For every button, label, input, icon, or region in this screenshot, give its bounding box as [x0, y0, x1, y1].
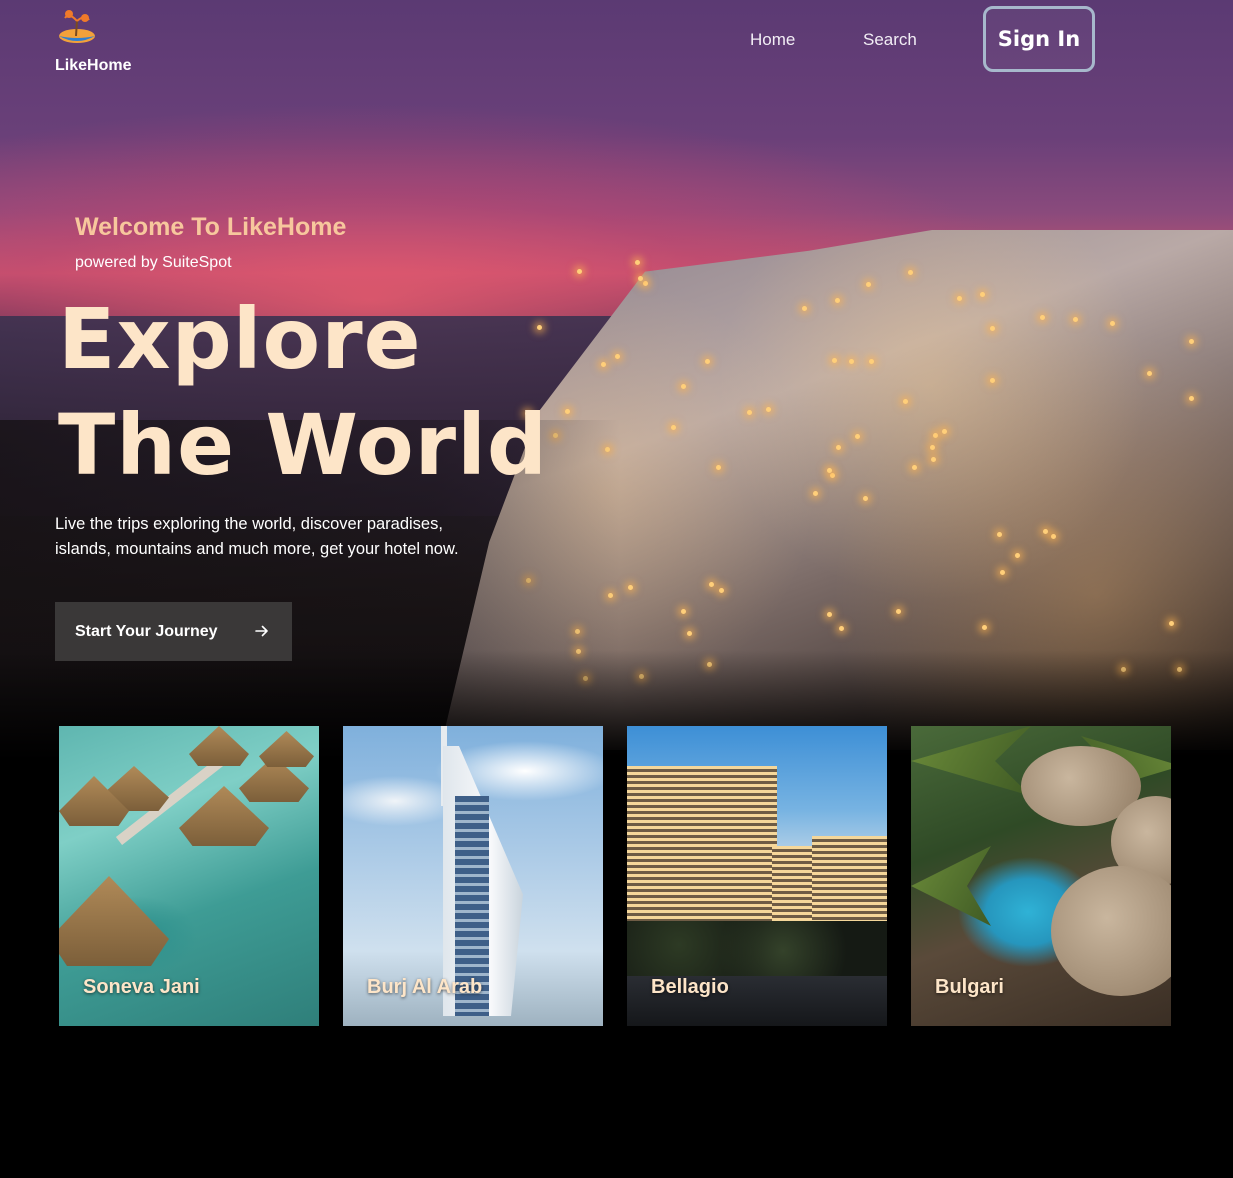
- sign-in-button[interactable]: Sign In: [983, 6, 1095, 72]
- town-light: [709, 581, 715, 587]
- town-light: [980, 292, 986, 298]
- description-line-2: islands, mountains and much more, get yo…: [55, 540, 459, 558]
- brand-name: LikeHome: [55, 57, 132, 74]
- hero-description: Live the trips exploring the world, disc…: [55, 512, 525, 562]
- headline-line-2: The World: [58, 396, 549, 494]
- brand-logo[interactable]: LikeHome: [55, 6, 145, 74]
- town-light: [1188, 396, 1194, 402]
- nav-home-link[interactable]: Home: [750, 30, 795, 50]
- town-light: [687, 631, 693, 637]
- town-light: [627, 584, 633, 590]
- hotel-card-burj-al-arab[interactable]: Burj Al Arab: [343, 726, 603, 1026]
- town-light: [863, 495, 869, 501]
- town-light: [990, 377, 996, 383]
- town-light: [932, 432, 938, 438]
- town-light: [990, 326, 996, 332]
- town-light: [849, 359, 855, 365]
- town-light: [1168, 621, 1174, 627]
- town-light: [1014, 553, 1020, 559]
- town-light: [831, 357, 837, 363]
- headline-line-1: Explore: [58, 290, 422, 388]
- cta-label: Start Your Journey: [75, 622, 218, 640]
- town-light: [638, 275, 644, 281]
- hotel-name: Bellagio: [651, 976, 729, 998]
- town-light: [1110, 321, 1116, 327]
- town-light: [715, 465, 721, 471]
- town-light: [930, 445, 936, 451]
- town-light: [1147, 371, 1153, 377]
- town-light: [670, 425, 676, 431]
- island-palm-icon: [59, 10, 95, 43]
- town-light: [868, 358, 874, 364]
- town-light: [1188, 339, 1194, 345]
- town-light: [577, 268, 583, 274]
- town-light: [746, 410, 752, 416]
- town-light: [854, 434, 860, 440]
- town-light: [813, 491, 819, 497]
- description-line-1: Live the trips exploring the world, disc…: [55, 515, 443, 533]
- town-light: [908, 270, 914, 276]
- nav-search-link[interactable]: Search: [863, 30, 917, 50]
- town-light: [1040, 315, 1046, 321]
- town-light: [865, 281, 871, 287]
- town-light: [956, 296, 962, 302]
- town-light: [996, 531, 1002, 537]
- town-light: [830, 472, 836, 478]
- town-light: [895, 608, 901, 614]
- town-light: [827, 612, 833, 618]
- start-journey-button[interactable]: Start Your Journey: [55, 602, 292, 661]
- town-light: [1043, 528, 1049, 534]
- town-light: [564, 409, 570, 415]
- arrow-right-icon: [255, 625, 268, 637]
- town-light: [826, 468, 832, 474]
- town-light: [1000, 569, 1006, 575]
- hotel-card-bellagio[interactable]: Bellagio: [627, 726, 887, 1026]
- hero-headline: Explore The World: [58, 286, 548, 498]
- hotel-card-soneva-jani[interactable]: Soneva Jani: [59, 726, 319, 1026]
- town-light: [600, 362, 606, 368]
- town-light: [1073, 317, 1079, 323]
- town-light: [912, 464, 918, 470]
- town-light: [982, 625, 988, 631]
- town-light: [635, 260, 641, 266]
- town-light: [681, 384, 687, 390]
- town-light: [719, 588, 725, 594]
- town-light: [942, 428, 948, 434]
- town-light: [1051, 534, 1057, 540]
- town-light: [766, 407, 772, 413]
- town-light: [704, 359, 710, 365]
- town-light: [835, 297, 841, 303]
- town-light: [802, 305, 808, 311]
- town-light: [902, 398, 908, 404]
- hotel-name: Burj Al Arab: [367, 976, 483, 998]
- town-light: [643, 281, 649, 287]
- town-light: [835, 444, 841, 450]
- hotel-name: Bulgari: [935, 976, 1004, 998]
- town-light: [680, 608, 686, 614]
- town-light: [839, 626, 845, 632]
- powered-by-text: powered by SuiteSpot: [75, 254, 232, 271]
- town-light: [931, 457, 937, 462]
- welcome-heading: Welcome To LikeHome: [75, 213, 347, 241]
- town-light: [615, 354, 621, 360]
- hotel-card-bulgari[interactable]: Bulgari: [911, 726, 1171, 1026]
- hotel-name: Soneva Jani: [83, 976, 200, 998]
